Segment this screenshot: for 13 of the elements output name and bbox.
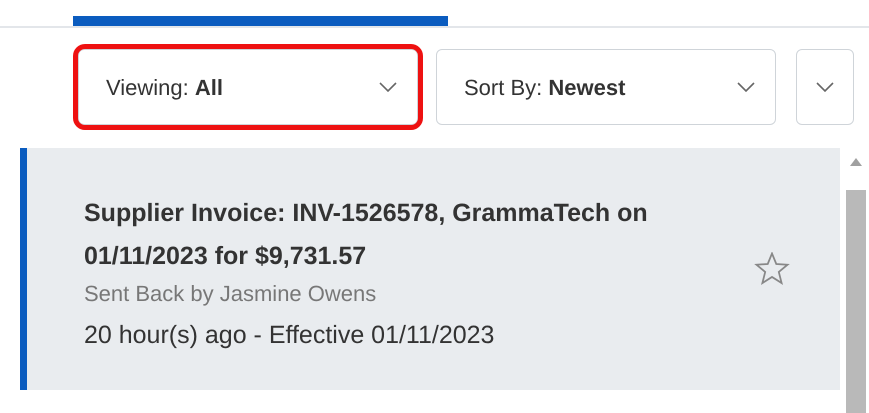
filter-dropdown[interactable]: Sort By: Newest — [436, 49, 776, 125]
filter-dropdown[interactable]: Viewing: All — [78, 49, 418, 125]
item-timestamp: 20 hour(s) ago - Effective 01/11/2023 — [84, 320, 496, 350]
item-title[interactable]: Supplier Invoice: INV-1526578, GrammaTech on 01/11/2023 for $9,731.57 — [84, 192, 724, 278]
inbox-item[interactable]: Supplier Invoice: INV-1526578, GrammaTech on 01/11/2023 for $9,731.57 Sent Back by Jasmine Owens 20 hour(s) ago - Effective 01/11/2023 — [20, 148, 840, 390]
chevron-down-icon — [379, 82, 397, 92]
chevron-down-icon — [816, 82, 834, 92]
expand-button[interactable] — [796, 49, 854, 125]
scrollbar-thumb[interactable] — [846, 190, 866, 413]
chevron-down-icon — [737, 82, 755, 92]
scroll-up-icon[interactable] — [850, 158, 862, 166]
star-icon[interactable] — [754, 252, 790, 286]
item-subtitle: Sent Back by Jasmine Owens — [84, 280, 378, 308]
